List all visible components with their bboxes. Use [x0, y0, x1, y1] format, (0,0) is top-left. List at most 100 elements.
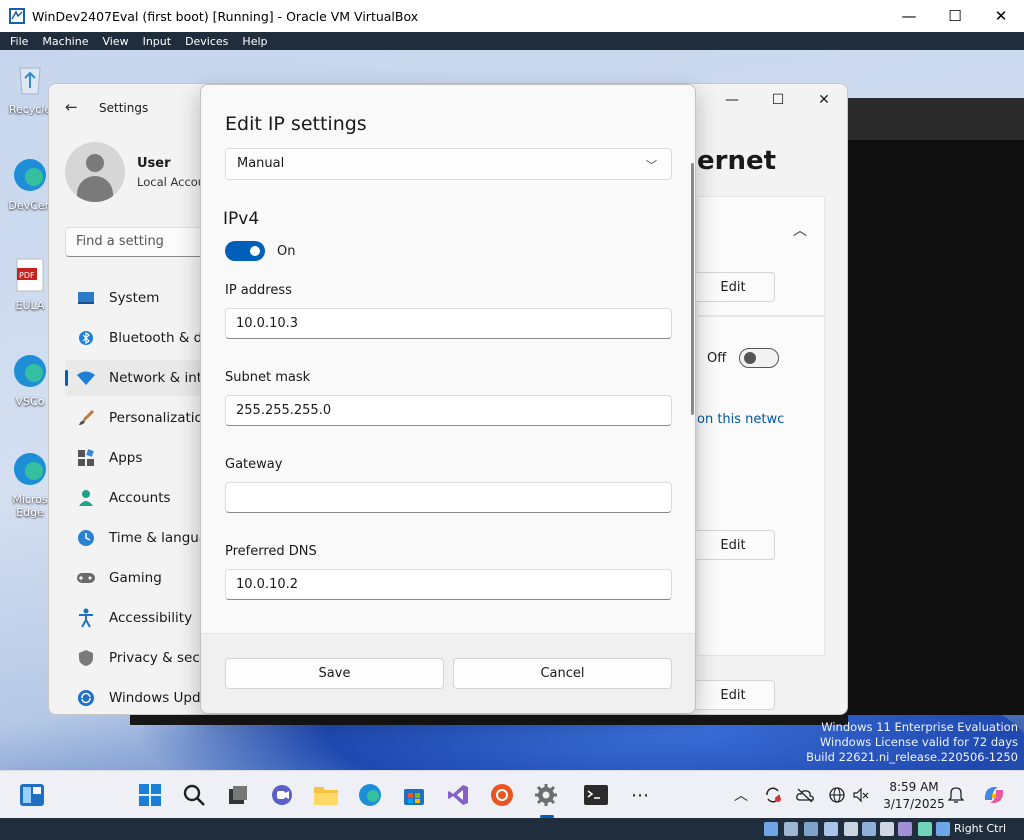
network-link[interactable]: on this netwc: [697, 412, 784, 427]
network-status-icon[interactable]: [824, 822, 838, 836]
ip-address-input[interactable]: [225, 308, 672, 339]
gateway-input[interactable]: [225, 482, 672, 513]
edge-taskbar-icon[interactable]: [354, 779, 386, 811]
ipv4-toggle[interactable]: [225, 241, 265, 261]
brush-icon: [75, 407, 97, 429]
settings-close-button[interactable]: ✕: [801, 84, 847, 116]
globe-icon[interactable]: [827, 785, 847, 805]
nav-accessibility[interactable]: Accessibility: [65, 600, 215, 636]
settings-title: Settings: [99, 101, 149, 115]
page-title: ernet: [697, 146, 777, 176]
host-key-label: Right Ctrl: [954, 822, 1007, 835]
nav-time-language[interactable]: Time & langua: [65, 520, 215, 556]
metered-off-label: Off: [707, 351, 727, 366]
bluetooth-icon: [75, 327, 97, 349]
cpu-status-icon[interactable]: [918, 822, 932, 836]
preferred-dns-input[interactable]: [225, 569, 672, 600]
menu-input[interactable]: Input: [135, 35, 177, 48]
store-icon[interactable]: [398, 779, 430, 811]
chevron-up-icon[interactable]: ︿: [793, 220, 807, 240]
metered-toggle[interactable]: [739, 348, 779, 368]
nav-windows-update[interactable]: Windows Upda: [65, 680, 215, 714]
menu-file[interactable]: File: [0, 35, 34, 48]
gateway-label: Gateway: [225, 457, 283, 472]
menu-devices[interactable]: Devices: [177, 35, 234, 48]
chat-icon[interactable]: [266, 779, 298, 811]
visual-studio-icon[interactable]: [442, 779, 474, 811]
clock-globe-icon: [75, 527, 97, 549]
nav-privacy[interactable]: Privacy & secu: [65, 640, 215, 676]
settings-maximize-button[interactable]: ☐: [755, 84, 801, 116]
back-arrow-icon[interactable]: ←: [65, 98, 78, 116]
vbox-minimize-button[interactable]: —: [886, 0, 932, 32]
menu-help[interactable]: Help: [234, 35, 273, 48]
background-terminal-window: [848, 140, 1024, 715]
recording-status-icon[interactable]: [898, 822, 912, 836]
start-icon[interactable]: [134, 779, 166, 811]
vbox-maximize-button[interactable]: ☐: [932, 0, 978, 32]
sync-icon[interactable]: [763, 785, 783, 805]
nav-bluetooth[interactable]: Bluetooth & de: [65, 320, 215, 356]
vbox-close-button[interactable]: ✕: [978, 0, 1024, 32]
settings-taskbar-icon[interactable]: [530, 779, 562, 811]
svg-text:PDF: PDF: [19, 271, 35, 280]
subnet-mask-input[interactable]: [225, 395, 672, 426]
copilot-icon[interactable]: [982, 785, 1006, 805]
avatar[interactable]: [65, 142, 125, 202]
user-name: User: [137, 156, 171, 171]
save-button[interactable]: Save: [225, 658, 444, 689]
vbox-statusbar: Right Ctrl: [0, 818, 1024, 840]
nav-accounts[interactable]: Accounts: [65, 480, 215, 516]
edit-third-button[interactable]: Edit: [691, 680, 775, 710]
shared-folders-status-icon[interactable]: [862, 822, 876, 836]
widgets-icon[interactable]: [16, 779, 48, 811]
audio-status-icon[interactable]: [804, 822, 818, 836]
vscode-icon: [14, 355, 46, 387]
person-icon: [75, 487, 97, 509]
usb-status-icon[interactable]: [844, 822, 858, 836]
clock-time[interactable]: 8:59 AM: [886, 780, 942, 794]
taskbar: ⋯ ︿ 8:59 AM 3/17/2025: [0, 770, 1024, 818]
accessibility-icon: [75, 607, 97, 629]
chevron-up-tray-icon[interactable]: ︿: [731, 785, 751, 805]
ipv4-toggle-label: On: [277, 244, 296, 259]
nav-gaming[interactable]: Gaming: [65, 560, 215, 596]
nav-personalization[interactable]: Personalization: [65, 400, 215, 436]
ubuntu-icon[interactable]: [486, 779, 518, 811]
cloud-offline-icon[interactable]: [795, 785, 815, 805]
clock-date[interactable]: 3/17/2025: [882, 797, 946, 811]
dialog-scrollbar[interactable]: [691, 163, 694, 415]
wifi-icon: [75, 367, 97, 389]
settings-minimize-button[interactable]: —: [709, 84, 755, 116]
bell-icon[interactable]: [946, 785, 966, 805]
file-explorer-icon[interactable]: [310, 779, 342, 811]
shield-icon: [75, 647, 97, 669]
vbox-titlebar: WinDev2407Eval (first boot) [Running] - …: [0, 0, 1024, 32]
recycle-bin-icon: [19, 67, 41, 95]
chevron-down-icon: ﹀: [646, 159, 657, 172]
volume-muted-icon[interactable]: [851, 785, 871, 805]
mouse-integration-icon[interactable]: [936, 822, 950, 836]
cancel-button[interactable]: Cancel: [453, 658, 672, 689]
edit-ip-button[interactable]: Edit: [691, 272, 775, 302]
optical-status-icon[interactable]: [784, 822, 798, 836]
ip-mode-select[interactable]: Manual ﹀: [225, 148, 672, 180]
search-icon[interactable]: [178, 779, 210, 811]
nav-apps[interactable]: Apps: [65, 440, 215, 476]
display-status-icon[interactable]: [880, 822, 894, 836]
nav-system[interactable]: System: [65, 280, 215, 316]
menu-machine[interactable]: Machine: [34, 35, 94, 48]
selected-indicator: [65, 370, 68, 386]
more-apps-icon[interactable]: ⋯: [624, 779, 656, 811]
ip-address-label: IP address: [225, 283, 292, 298]
hdd-status-icon[interactable]: [764, 822, 778, 836]
vbox-window-title: WinDev2407Eval (first boot) [Running] - …: [32, 8, 419, 24]
edit-ip-dialog: Edit IP settings Manual ﹀ IPv4 On IP add…: [200, 84, 696, 714]
user-account-type: Local Accou: [137, 175, 206, 189]
menu-view[interactable]: View: [94, 35, 134, 48]
terminal-icon[interactable]: [580, 779, 612, 811]
task-view-icon[interactable]: [222, 779, 254, 811]
edit-dns-button[interactable]: Edit: [691, 530, 775, 560]
ipv4-heading: IPv4: [223, 209, 260, 229]
apps-icon: [75, 447, 97, 469]
